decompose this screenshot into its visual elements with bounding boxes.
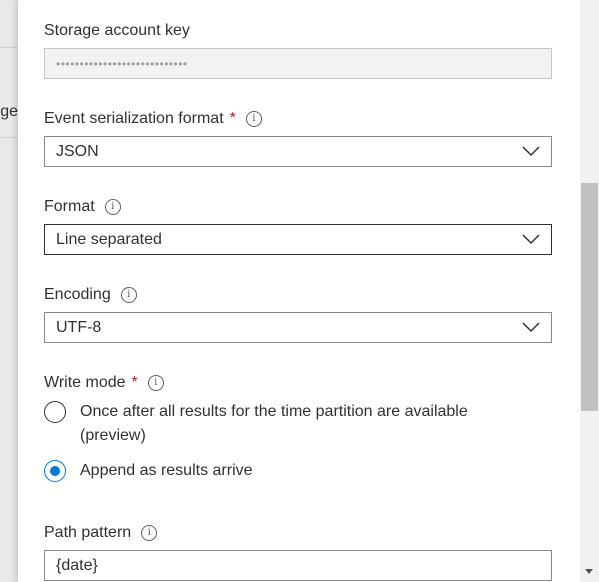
encoding-value: UTF-8: [56, 318, 102, 336]
write-mode-option-append[interactable]: Append as results arrive: [44, 460, 530, 483]
info-icon[interactable]: i: [104, 199, 121, 215]
encoding-label: Encoding i: [44, 286, 137, 304]
storage-account-key-label: Storage account key: [44, 22, 190, 40]
path-pattern-label: Path pattern i: [44, 524, 158, 542]
format-label: Format i: [44, 198, 121, 216]
event-serialization-format-label-text: Event serialization format: [44, 110, 224, 127]
event-serialization-format-value: JSON: [56, 142, 99, 160]
radio-button-once[interactable]: [44, 401, 66, 423]
format-value: Line separated: [56, 230, 162, 248]
info-icon[interactable]: i: [147, 375, 164, 391]
event-serialization-format-dropdown[interactable]: JSON: [44, 136, 552, 167]
chevron-down-icon: [522, 146, 540, 157]
event-serialization-format-label: Event serialization format * i: [44, 110, 262, 128]
storage-account-key-value: ••••••••••••••••••••••••••••: [56, 56, 188, 71]
write-mode-option-once[interactable]: Once after all results for the time part…: [44, 401, 530, 448]
scroll-down-arrow-icon[interactable]: [585, 569, 593, 574]
format-dropdown[interactable]: Line separated: [44, 224, 552, 255]
write-mode-option-append-label[interactable]: Append as results arrive: [80, 459, 530, 483]
storage-account-key-label-text: Storage account key: [44, 22, 190, 39]
storage-account-key-field: ••••••••••••••••••••••••••••: [44, 48, 552, 79]
required-marker: *: [229, 110, 236, 127]
write-mode-label: Write mode * i: [44, 374, 164, 392]
path-pattern-value: {date}: [56, 556, 98, 574]
output-settings-panel: Storage account key ••••••••••••••••••••…: [18, 0, 599, 582]
encoding-dropdown[interactable]: UTF-8: [44, 312, 552, 343]
info-icon[interactable]: i: [141, 525, 158, 541]
path-pattern-input[interactable]: {date}: [44, 550, 552, 581]
background-page: ge: [0, 0, 18, 582]
write-mode-option-once-label[interactable]: Once after all results for the time part…: [80, 400, 530, 448]
background-partial-text: ge: [0, 103, 18, 120]
required-marker: *: [131, 374, 138, 391]
background-divider: [0, 47, 18, 48]
path-pattern-label-text: Path pattern: [44, 524, 132, 541]
background-divider: [0, 137, 18, 138]
chevron-down-icon: [522, 322, 540, 333]
vertical-scrollbar[interactable]: [580, 0, 599, 582]
write-mode-label-text: Write mode: [44, 374, 126, 391]
info-icon[interactable]: i: [245, 111, 262, 127]
scrollbar-thumb[interactable]: [581, 183, 598, 411]
encoding-label-text: Encoding: [44, 286, 111, 303]
radio-button-append[interactable]: [44, 460, 66, 482]
format-label-text: Format: [44, 198, 95, 215]
info-icon[interactable]: i: [120, 287, 137, 303]
chevron-down-icon: [522, 234, 540, 245]
